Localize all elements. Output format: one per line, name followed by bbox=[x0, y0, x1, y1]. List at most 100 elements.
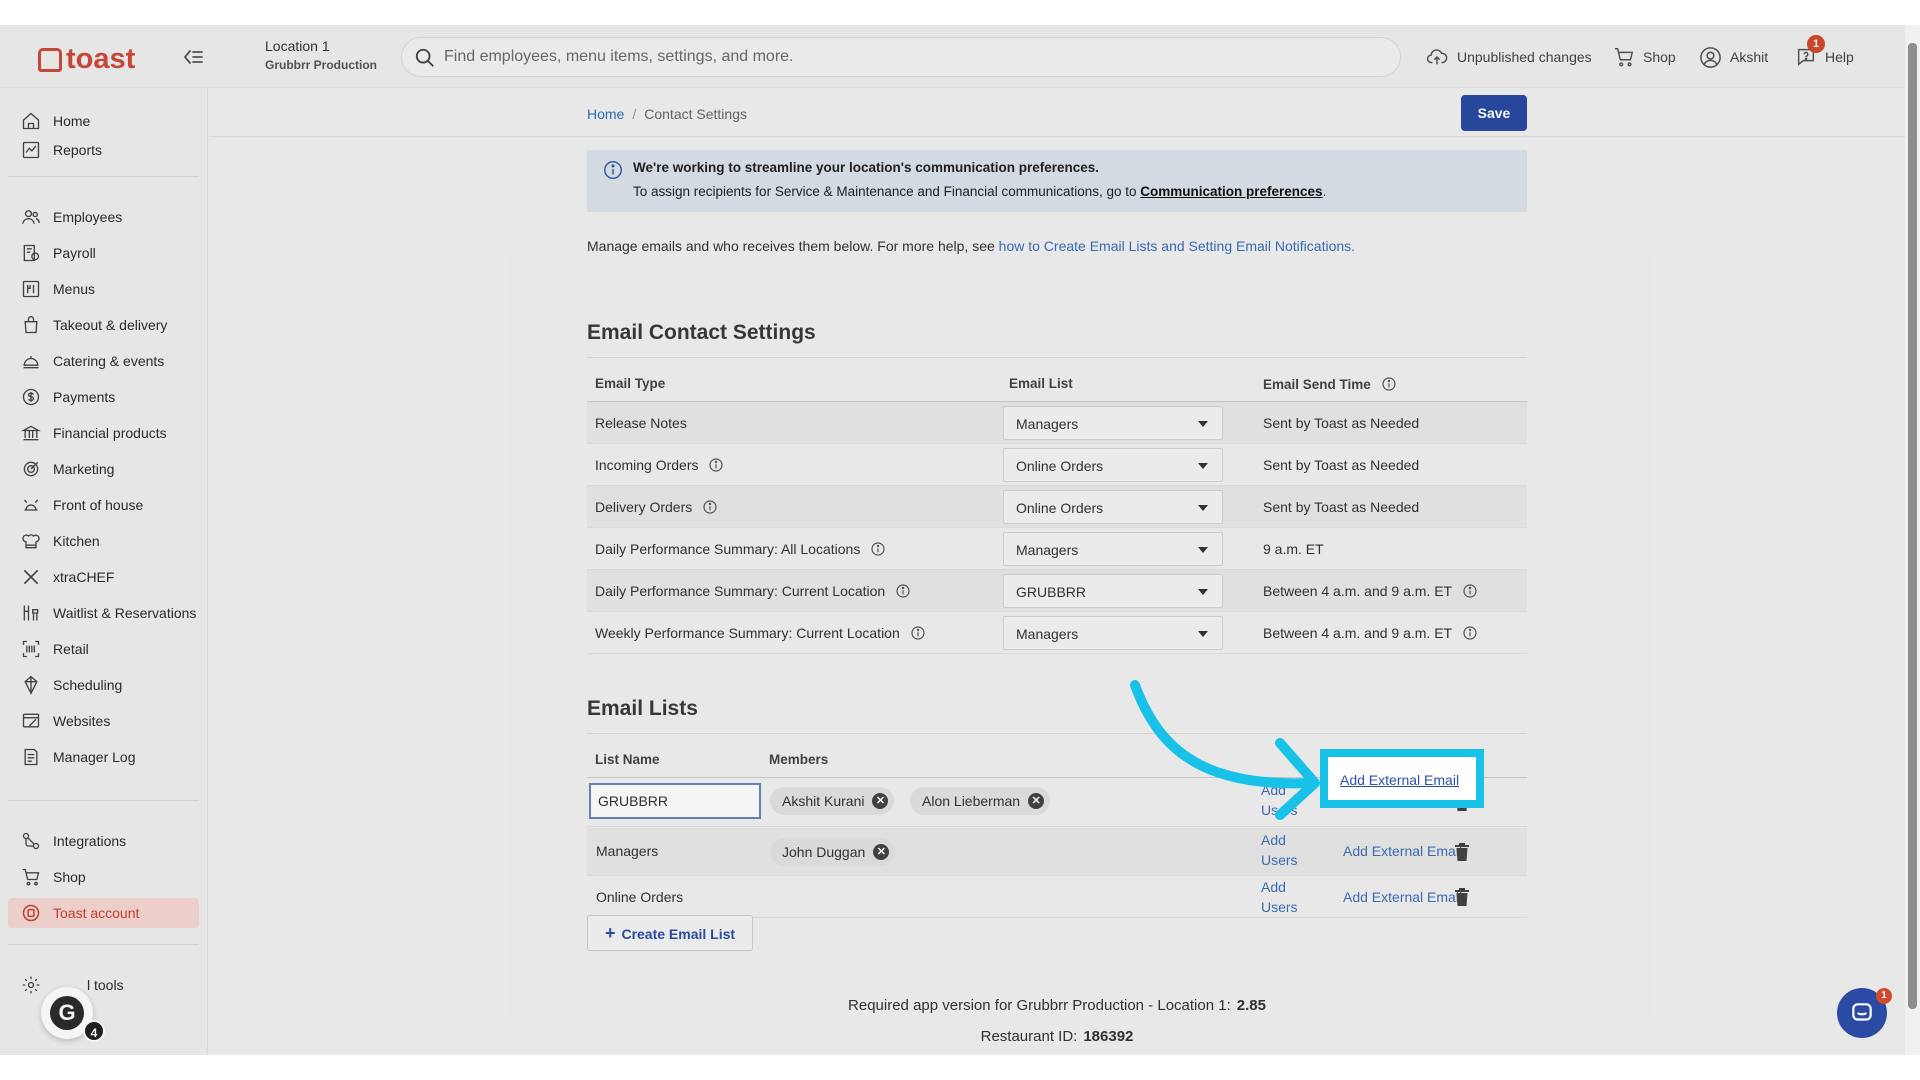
global-search bbox=[401, 37, 1401, 77]
scheduling-icon bbox=[20, 674, 42, 696]
info-icon[interactable] bbox=[1462, 583, 1478, 599]
caret-down-icon bbox=[1198, 547, 1208, 553]
list-name-input[interactable] bbox=[589, 783, 761, 819]
column-header-list-name: List Name bbox=[595, 752, 660, 767]
column-header-email-list: Email List bbox=[1009, 376, 1073, 391]
email-list-select[interactable]: Online Orders bbox=[1003, 448, 1223, 482]
send-time-cell: Between 4 a.m. and 9 a.m. ET bbox=[1263, 625, 1478, 641]
sidebar-item-websites[interactable]: Websites bbox=[8, 706, 199, 736]
info-icon[interactable] bbox=[708, 457, 724, 473]
add-users-link[interactable]: Add Users bbox=[1261, 830, 1301, 870]
sidebar-item-marketing[interactable]: Marketing bbox=[8, 454, 199, 484]
remove-member-icon[interactable]: ✕ bbox=[872, 793, 889, 809]
page-scrollbar[interactable] bbox=[1905, 25, 1920, 1055]
table-row: Weekly Performance Summary: Current Loca… bbox=[587, 612, 1527, 654]
sidebar-item-front-of-house[interactable]: Front of house bbox=[8, 490, 199, 520]
info-icon[interactable] bbox=[870, 541, 886, 557]
app-version-value: 2.85 bbox=[1236, 997, 1266, 1014]
sidebar-item-takeout[interactable]: Takeout & delivery bbox=[8, 310, 199, 340]
email-list-select[interactable]: Online Orders bbox=[1003, 490, 1223, 524]
location-switcher[interactable]: Location 1 Grubbrr Production bbox=[265, 38, 377, 72]
section-divider bbox=[587, 733, 1527, 734]
info-icon[interactable] bbox=[910, 625, 926, 641]
add-users-link[interactable]: Add Users bbox=[1261, 877, 1301, 917]
scrollbar-thumb[interactable] bbox=[1908, 43, 1917, 1009]
create-email-list-button[interactable]: + Create Email List bbox=[587, 915, 753, 951]
info-icon[interactable] bbox=[1381, 376, 1397, 392]
info-icon bbox=[604, 161, 622, 179]
sidebar-item-menus[interactable]: Menus bbox=[8, 274, 199, 304]
sidebar-item-scheduling[interactable]: Scheduling bbox=[8, 670, 199, 700]
add-external-email-highlight[interactable]: Add External Email bbox=[1320, 749, 1484, 808]
plus-icon: + bbox=[604, 922, 616, 943]
unpublished-changes-button[interactable]: Unpublished changes bbox=[1425, 45, 1592, 69]
column-header-email-type: Email Type bbox=[595, 376, 666, 391]
add-external-email-link[interactable]: Add External Email bbox=[1343, 843, 1462, 859]
sidebar-item-label: Integrations bbox=[53, 833, 127, 849]
sidebar-item-label: Payroll bbox=[53, 245, 96, 261]
add-users-link[interactable]: Add Users bbox=[1261, 780, 1301, 820]
trash-icon[interactable] bbox=[1454, 888, 1470, 906]
search-input[interactable] bbox=[444, 38, 1384, 76]
email-list-select[interactable]: Managers bbox=[1003, 406, 1223, 440]
shop-button[interactable]: Shop bbox=[1613, 45, 1676, 69]
sidebar-item-payroll[interactable]: Payroll bbox=[8, 238, 199, 268]
sidebar-item-waitlist[interactable]: Waitlist & Reservations bbox=[8, 598, 199, 628]
save-button[interactable]: Save bbox=[1461, 95, 1527, 131]
takeout-icon bbox=[20, 314, 42, 336]
table-row: Delivery Orders Online Orders Sent by To… bbox=[587, 486, 1527, 528]
sidebar-item-financial-products[interactable]: Financial products bbox=[8, 418, 199, 448]
sidebar-item-integrations[interactable]: Integrations bbox=[8, 826, 199, 856]
help-label: Help bbox=[1825, 49, 1854, 65]
sidebar-item-retail[interactable]: Retail bbox=[8, 634, 199, 664]
sidebar-divider bbox=[8, 944, 199, 945]
restaurant-id-text: Restaurant ID: bbox=[980, 1028, 1078, 1045]
communication-preferences-link[interactable]: Communication preferences bbox=[1140, 184, 1322, 199]
add-external-email-link[interactable]: Add External Email bbox=[1343, 889, 1462, 905]
sidebar-item-reports[interactable]: Reports bbox=[8, 135, 199, 165]
email-list-select[interactable]: Managers bbox=[1003, 616, 1223, 650]
remove-member-icon[interactable]: ✕ bbox=[1028, 793, 1045, 809]
send-time-header-label: Email Send Time bbox=[1263, 377, 1371, 392]
sidebar-item-payments[interactable]: Payments bbox=[8, 382, 199, 412]
add-external-email-link[interactable]: Add External Email bbox=[1340, 772, 1459, 788]
sidebar-item-label: Kitchen bbox=[53, 533, 100, 549]
email-type-cell: Delivery Orders bbox=[595, 499, 718, 515]
banner-body-text: To assign recipients for Service & Maint… bbox=[633, 184, 1141, 199]
banner-body: To assign recipients for Service & Maint… bbox=[633, 184, 1326, 199]
avatar-count-badge: 4 bbox=[83, 1020, 105, 1042]
remove-member-icon[interactable]: ✕ bbox=[873, 844, 890, 860]
info-icon[interactable] bbox=[1462, 625, 1478, 641]
sidebar-item-catering[interactable]: Catering & events bbox=[8, 346, 199, 376]
email-list-select[interactable]: Managers bbox=[1003, 532, 1223, 566]
caret-down-icon bbox=[1198, 463, 1208, 469]
breadcrumb-home-link[interactable]: Home bbox=[587, 106, 624, 122]
info-icon[interactable] bbox=[702, 499, 718, 515]
sidebar-item-label: Employees bbox=[53, 209, 123, 225]
sidebar-item-home[interactable]: Home bbox=[8, 106, 199, 136]
sidebar-item-kitchen[interactable]: Kitchen bbox=[8, 526, 199, 556]
sidebar-divider bbox=[8, 800, 199, 801]
sidebar-item-employees[interactable]: Employees bbox=[8, 202, 199, 232]
sidebar-item-manager-log[interactable]: Manager Log bbox=[8, 742, 199, 772]
list-name: Managers bbox=[596, 843, 659, 859]
retail-icon bbox=[20, 638, 42, 660]
info-icon[interactable] bbox=[895, 583, 911, 599]
sidebar-item-toast-account[interactable]: Toast account bbox=[8, 898, 199, 928]
toast-logo[interactable]: toast bbox=[38, 43, 135, 76]
help-button[interactable]: Help bbox=[1795, 45, 1854, 69]
avatar-letter: G bbox=[50, 996, 84, 1030]
sidebar-item-label: Payments bbox=[53, 389, 116, 405]
sidebar-item-xtrachef[interactable]: xtraCHEF bbox=[8, 562, 199, 592]
sidebar-item-tools[interactable]: l tools bbox=[8, 970, 199, 1000]
trash-icon[interactable] bbox=[1454, 843, 1470, 861]
select-value: Managers bbox=[1016, 626, 1079, 642]
email-list-select[interactable]: GRUBBRR bbox=[1003, 574, 1223, 608]
sidebar-item-shop[interactable]: Shop bbox=[8, 862, 199, 892]
list-name: Online Orders bbox=[596, 889, 684, 905]
help-article-link[interactable]: how to Create Email Lists and Setting Em… bbox=[999, 238, 1355, 254]
user-menu-button[interactable]: Akshit bbox=[1699, 45, 1768, 69]
collapse-sidebar-icon[interactable] bbox=[181, 45, 205, 69]
email-type: Daily Performance Summary: Current Locat… bbox=[595, 583, 886, 599]
payroll-icon bbox=[20, 242, 42, 264]
